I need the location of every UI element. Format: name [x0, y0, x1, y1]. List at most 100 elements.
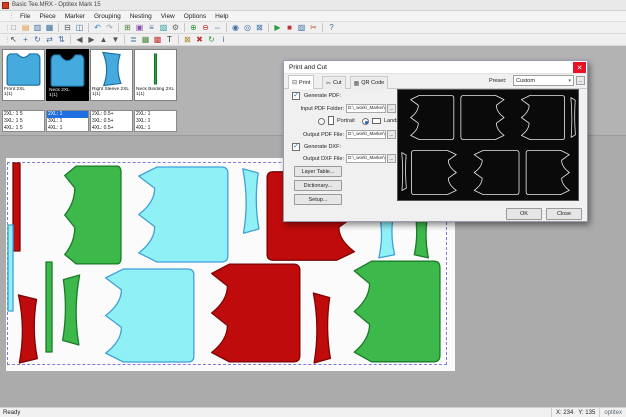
marker-properties-icon[interactable]: ▣ — [134, 22, 145, 33]
fabric-spread-icon[interactable]: ▧ — [158, 22, 169, 33]
tab-cut[interactable]: ✂Cut — [322, 76, 346, 89]
marker-piece-red-sleeve[interactable] — [18, 295, 37, 363]
landscape-radio[interactable] — [362, 118, 369, 125]
zoom-in-icon[interactable]: ◉ — [230, 22, 241, 33]
tab-qr-code[interactable]: ▦QR Code — [350, 76, 389, 89]
flip-vertical-icon[interactable]: ⇅ — [56, 34, 67, 45]
piece-card-front-2xl[interactable]: Front 2XL1(1) — [2, 49, 45, 101]
select-tool-icon[interactable]: ↖ — [8, 34, 19, 45]
size-table-row[interactable]: 4XL: 1 5 — [3, 125, 44, 132]
order-management-icon[interactable]: ≡ — [146, 22, 157, 33]
bump-left-icon[interactable]: ◀ — [74, 34, 85, 45]
layer-table-button[interactable]: Layer Table... — [294, 166, 342, 177]
preset-combobox[interactable]: Custom ▾ — [513, 75, 574, 86]
marker-piece-red-body[interactable] — [212, 264, 300, 362]
bump-right-icon[interactable]: ▶ — [86, 34, 97, 45]
generate-dxf-checkbox[interactable]: ✓ — [292, 143, 300, 151]
print-icon[interactable]: ⊟ — [62, 22, 73, 33]
size-table-row[interactable]: 2XL: 1 — [135, 111, 176, 118]
marker-piece-green-body[interactable] — [354, 261, 440, 362]
help-icon[interactable]: ? — [326, 22, 337, 33]
marker-piece-red-sleeve[interactable] — [313, 293, 330, 363]
open-marker-icon[interactable]: ▤ — [20, 22, 31, 33]
delete-piece-icon[interactable]: ✖ — [194, 34, 205, 45]
print-preview-icon[interactable]: ◫ — [74, 22, 85, 33]
menu-grouping[interactable]: Grouping — [94, 13, 121, 20]
rotate-piece-icon[interactable]: ↻ — [32, 34, 43, 45]
add-piece-icon[interactable]: ⊕ — [188, 22, 199, 33]
bump-down-icon[interactable]: ▼ — [110, 34, 121, 45]
lock-piece-icon[interactable]: ⊠ — [182, 34, 193, 45]
menu-view[interactable]: View — [161, 13, 175, 20]
tab-print[interactable]: ⊟Print — [288, 75, 314, 89]
marker-piece-green-sleeve[interactable] — [63, 275, 80, 345]
marker-piece-red-strip[interactable] — [13, 163, 20, 251]
zoom-marker-icon[interactable]: ⊠ — [254, 22, 265, 33]
ok-button[interactable]: OK — [506, 208, 542, 220]
piece-catalog-icon[interactable]: ⊞ — [122, 22, 133, 33]
new-marker-icon[interactable]: □ — [8, 22, 19, 33]
nest-report-icon[interactable]: ▨ — [296, 22, 307, 33]
size-table-row[interactable]: 4XL: 1 — [135, 125, 176, 132]
piece-card-neck-2xl[interactable]: Neck 2XL1(1) — [46, 49, 89, 101]
output-pdf-file-field[interactable]: D:\_work\_Marker\_NestB4Print\barca_ima — [346, 130, 386, 139]
menu-piece[interactable]: Piece — [39, 13, 55, 20]
remove-piece-icon[interactable]: ⊖ — [200, 22, 211, 33]
menu-marker[interactable]: Marker — [65, 13, 85, 20]
size-table-row[interactable]: 4XL: 0.5+ — [91, 125, 132, 132]
menu-file[interactable]: File — [20, 13, 30, 20]
menu-options[interactable]: Options — [184, 13, 206, 20]
piece-card-neck-binding-2xl[interactable]: Neck Binding 2XL1(1) — [134, 49, 177, 101]
output-dxf-browse-button[interactable]: ... — [387, 154, 396, 163]
zoom-out-icon[interactable]: ◎ — [242, 22, 253, 33]
dialog-title-bar[interactable]: Print and Cut ✕ — [284, 61, 587, 74]
move-piece-icon[interactable]: + — [20, 34, 31, 45]
nest-start-icon[interactable]: ▶ — [272, 22, 283, 33]
close-button[interactable]: Close — [546, 208, 582, 220]
marker-piece-cyan-body[interactable] — [139, 167, 228, 262]
marker-piece-cyan-strip[interactable] — [8, 225, 13, 311]
align-pieces-icon[interactable]: ≣ — [128, 34, 139, 45]
marker-piece-cyan-sleeve[interactable] — [243, 169, 259, 233]
generate-pdf-checkbox[interactable]: ✓ — [292, 92, 300, 100]
setup-button[interactable]: Setup... — [294, 194, 342, 205]
marker-piece-green-body[interactable] — [65, 166, 121, 264]
size-table-row[interactable]: 3XL: 1 5 — [3, 118, 44, 125]
size-table-row[interactable]: 2XL: 0.5+ — [91, 111, 132, 118]
bump-up-icon[interactable]: ▲ — [98, 34, 109, 45]
redo-icon[interactable]: ↷ — [104, 22, 115, 33]
size-table-row[interactable]: 3XL: 1 — [135, 118, 176, 125]
size-table-row[interactable]: 3XL: 0.5+ — [91, 118, 132, 125]
undo-icon[interactable]: ↶ — [92, 22, 103, 33]
flip-horizontal-icon[interactable]: ⇄ — [44, 34, 55, 45]
menu-help[interactable]: Help — [215, 13, 228, 20]
size-table-row[interactable]: 4XL: 1 — [47, 125, 88, 132]
output-pdf-browse-button[interactable]: ... — [387, 130, 396, 139]
size-table-row[interactable]: 3XL: 1 — [47, 118, 88, 125]
group-pieces-icon[interactable]: ▦ — [140, 34, 151, 45]
marker-settings-icon[interactable]: ⚙ — [170, 22, 181, 33]
menu-nesting[interactable]: Nesting — [130, 13, 152, 20]
input-pdf-browse-button[interactable]: ... — [387, 104, 396, 113]
input-pdf-folder-field[interactable]: D:\_work\_Marker\_NestB4Print\barca_im — [346, 104, 386, 113]
measure-icon[interactable]: ⇔ — [212, 22, 223, 33]
save-marker-icon[interactable]: ▥ — [32, 22, 43, 33]
portrait-label[interactable]: Portrait — [337, 118, 355, 124]
portrait-radio[interactable] — [318, 118, 325, 125]
dialog-close-icon[interactable]: ✕ — [573, 62, 586, 73]
dictionary-button[interactable]: Dictionary... — [294, 180, 342, 191]
cut-order-icon[interactable]: ✂ — [308, 22, 319, 33]
nest-stop-icon[interactable]: ■ — [284, 22, 295, 33]
output-dxf-file-field[interactable]: D:\_work\_Marker\_NestB4Print\barca_ima — [346, 154, 386, 163]
save-all-icon[interactable]: ▦ — [44, 22, 55, 33]
overlap-check-icon[interactable]: ▩ — [152, 34, 163, 45]
text-tool-icon[interactable]: T — [164, 34, 175, 45]
piece-info-icon[interactable]: i — [218, 34, 229, 45]
marker-piece-green-strip[interactable] — [46, 262, 52, 352]
preset-browse-button[interactable]: ... — [576, 76, 585, 85]
size-table-row[interactable]: 2XL: 1 — [47, 111, 88, 118]
piece-card-right-sleeve-2xl[interactable]: Right Sleeve 2XL1(1) — [90, 49, 133, 101]
size-table-row[interactable]: 2XL: 1 5 — [3, 111, 44, 118]
marker-piece-cyan-body[interactable] — [106, 269, 194, 362]
update-pieces-icon[interactable]: ↻ — [206, 34, 217, 45]
